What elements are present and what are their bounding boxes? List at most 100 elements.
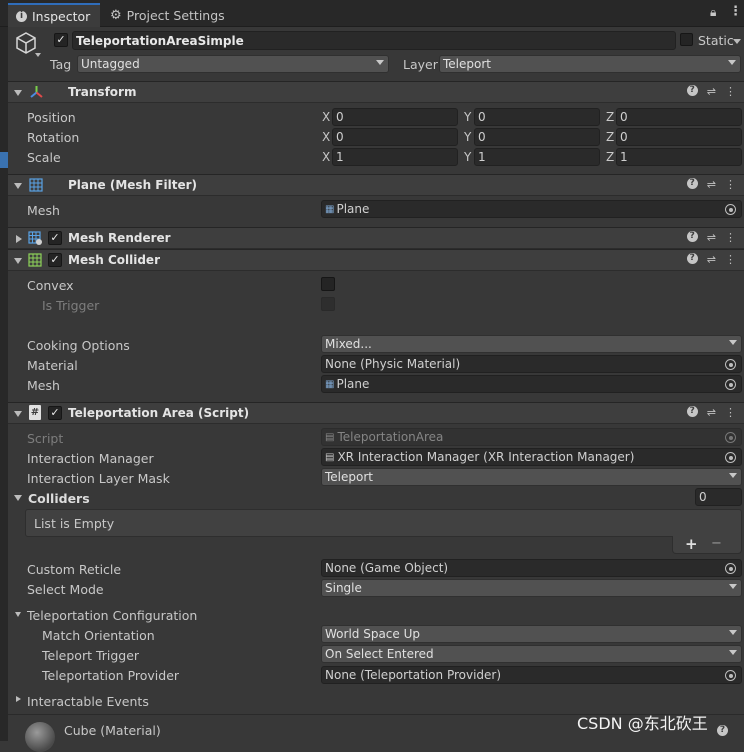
collider-mesh-label: Mesh	[27, 378, 60, 393]
teleportation-provider-object-field[interactable]: None (Teleportation Provider)	[321, 666, 742, 684]
tag-value: Untagged	[81, 57, 140, 71]
material-object-field[interactable]: None (Physic Material)	[321, 355, 742, 373]
presets-icon[interactable]: ⇌	[707, 231, 716, 244]
match-orientation-dropdown[interactable]: World Space Up	[321, 625, 742, 643]
chevron-down-icon	[729, 340, 737, 345]
object-picker-icon[interactable]	[725, 670, 736, 681]
position-z-field[interactable]: 0	[616, 108, 742, 126]
help-icon[interactable]: ?	[686, 85, 698, 96]
more-menu-icon[interactable]: ⋮	[729, 4, 742, 19]
foldout-arrow[interactable]	[14, 90, 22, 96]
position-x-field[interactable]: 0	[332, 108, 458, 126]
icon-dropdown-arrow[interactable]	[35, 53, 41, 57]
layer-dropdown[interactable]: Teleport	[439, 55, 741, 73]
more-icon[interactable]: ⋮	[725, 406, 736, 419]
foldout-arrow[interactable]	[14, 411, 22, 417]
script-value: TeleportationArea	[337, 430, 444, 444]
mesh-collider-enabled-checkbox[interactable]: ✓	[48, 253, 62, 267]
foldout-arrow[interactable]	[14, 258, 22, 264]
static-label: Static	[698, 33, 734, 48]
presets-icon[interactable]: ⇌	[707, 253, 716, 266]
presets-icon[interactable]: ⇌	[707, 85, 716, 98]
axis-x-label: X	[322, 150, 331, 164]
teleportation-provider-value: None (Teleportation Provider)	[325, 668, 502, 682]
teleport-trigger-dropdown[interactable]: On Select Entered	[321, 645, 742, 663]
header-icons: ? ⇌ ⋮	[686, 406, 736, 419]
help-icon[interactable]: ?	[686, 406, 698, 417]
mesh-object-field[interactable]: ▦ Plane	[321, 200, 742, 218]
add-item-button[interactable]: +	[685, 535, 698, 553]
colliders-count: 0	[699, 490, 707, 504]
mesh-label: Mesh	[27, 203, 60, 218]
foldout-arrow[interactable]	[14, 183, 22, 189]
teleportation-area-header[interactable]: # ✓ Teleportation Area (Script) ? ⇌ ⋮	[8, 402, 744, 424]
object-active-checkbox[interactable]: ✓	[54, 33, 68, 47]
more-icon[interactable]: ⋮	[725, 231, 736, 244]
cooking-options-label: Cooking Options	[27, 338, 130, 353]
interaction-layer-mask-dropdown[interactable]: Teleport	[321, 468, 742, 486]
static-dropdown-arrow[interactable]	[733, 39, 741, 44]
object-picker-icon[interactable]	[725, 359, 736, 370]
material-name: Cube (Material)	[64, 723, 161, 738]
help-icon[interactable]: ?	[686, 253, 698, 264]
match-orientation-label: Match Orientation	[42, 628, 155, 643]
scale-label: Scale	[27, 150, 61, 165]
mesh-collider-icon	[28, 253, 42, 267]
select-mode-dropdown[interactable]: Single	[321, 579, 742, 597]
object-picker-icon[interactable]	[725, 452, 736, 463]
mesh-collider-header[interactable]: ✓ Mesh Collider ? ⇌ ⋮	[8, 249, 744, 271]
convex-checkbox[interactable]	[321, 277, 335, 291]
object-name-field[interactable]: TeleportationAreaSimple	[72, 31, 676, 50]
remove-item-button[interactable]: −	[711, 536, 722, 551]
object-name: TeleportationAreaSimple	[76, 33, 244, 48]
object-picker-icon[interactable]	[725, 379, 736, 390]
rotation-y-field[interactable]: 0	[474, 128, 600, 146]
layer-value: Teleport	[443, 57, 491, 71]
custom-reticle-object-field[interactable]: None (Game Object)	[321, 559, 742, 577]
tag-dropdown[interactable]: Untagged	[77, 55, 389, 73]
foldout-arrow[interactable]	[16, 235, 22, 243]
presets-icon[interactable]: ⇌	[707, 406, 716, 419]
more-icon[interactable]: ⋮	[725, 85, 736, 98]
rotation-z-field[interactable]: 0	[616, 128, 742, 146]
selection-marker	[0, 152, 8, 168]
static-checkbox[interactable]	[680, 33, 693, 46]
collider-mesh-object-field[interactable]: ▦ Plane	[321, 375, 742, 393]
scale-y-field[interactable]: 1	[474, 148, 600, 166]
tab-inspector[interactable]: i Inspector	[8, 3, 100, 27]
events-foldout-arrow[interactable]	[16, 696, 21, 702]
list-footer: + −	[672, 535, 742, 554]
more-icon[interactable]: ⋮	[725, 253, 736, 266]
scale-x-field[interactable]: 1	[332, 148, 458, 166]
axis-x-label: X	[322, 130, 331, 144]
lock-icon[interactable]: 🔒︎	[710, 5, 716, 20]
presets-icon[interactable]: ⇌	[707, 178, 716, 191]
config-foldout-arrow[interactable]	[15, 612, 21, 617]
more-icon[interactable]: ⋮	[725, 178, 736, 191]
tab-project-settings[interactable]: ⚙ Project Settings	[102, 3, 233, 27]
cooking-options-dropdown[interactable]: Mixed...	[321, 335, 742, 353]
teleportation-area-enabled-checkbox[interactable]: ✓	[48, 406, 62, 420]
interaction-manager-object-field[interactable]: ▤ XR Interaction Manager (XR Interaction …	[321, 448, 742, 466]
scale-z-field[interactable]: 1	[616, 148, 742, 166]
transform-header[interactable]: Transform ? ⇌ ⋮	[8, 81, 744, 103]
colliders-foldout-arrow[interactable]	[14, 495, 22, 501]
object-picker-icon[interactable]	[725, 563, 736, 574]
convex-label: Convex	[27, 278, 74, 293]
mesh-renderer-enabled-checkbox[interactable]: ✓	[48, 231, 62, 245]
teleport-trigger-label: Teleport Trigger	[42, 648, 140, 663]
teleport-trigger-value: On Select Entered	[325, 647, 434, 661]
colliders-count-field[interactable]: 0	[695, 488, 742, 506]
info-icon: i	[16, 10, 27, 22]
mesh-renderer-header[interactable]: ✓ Mesh Renderer ? ⇌ ⋮	[8, 227, 744, 249]
position-y-field[interactable]: 0	[474, 108, 600, 126]
header-icons: ? ⇌ ⋮	[686, 178, 736, 191]
cooking-options-value: Mixed...	[325, 337, 372, 351]
rotation-x-field[interactable]: 0	[332, 128, 458, 146]
help-icon[interactable]: ?	[686, 231, 698, 242]
script-label: Script	[27, 431, 64, 446]
mesh-filter-header[interactable]: Plane (Mesh Filter) ? ⇌ ⋮	[8, 174, 744, 196]
object-picker-icon[interactable]	[725, 204, 736, 215]
help-icon[interactable]: ?	[686, 178, 698, 189]
help-icon[interactable]: ?	[717, 722, 728, 736]
